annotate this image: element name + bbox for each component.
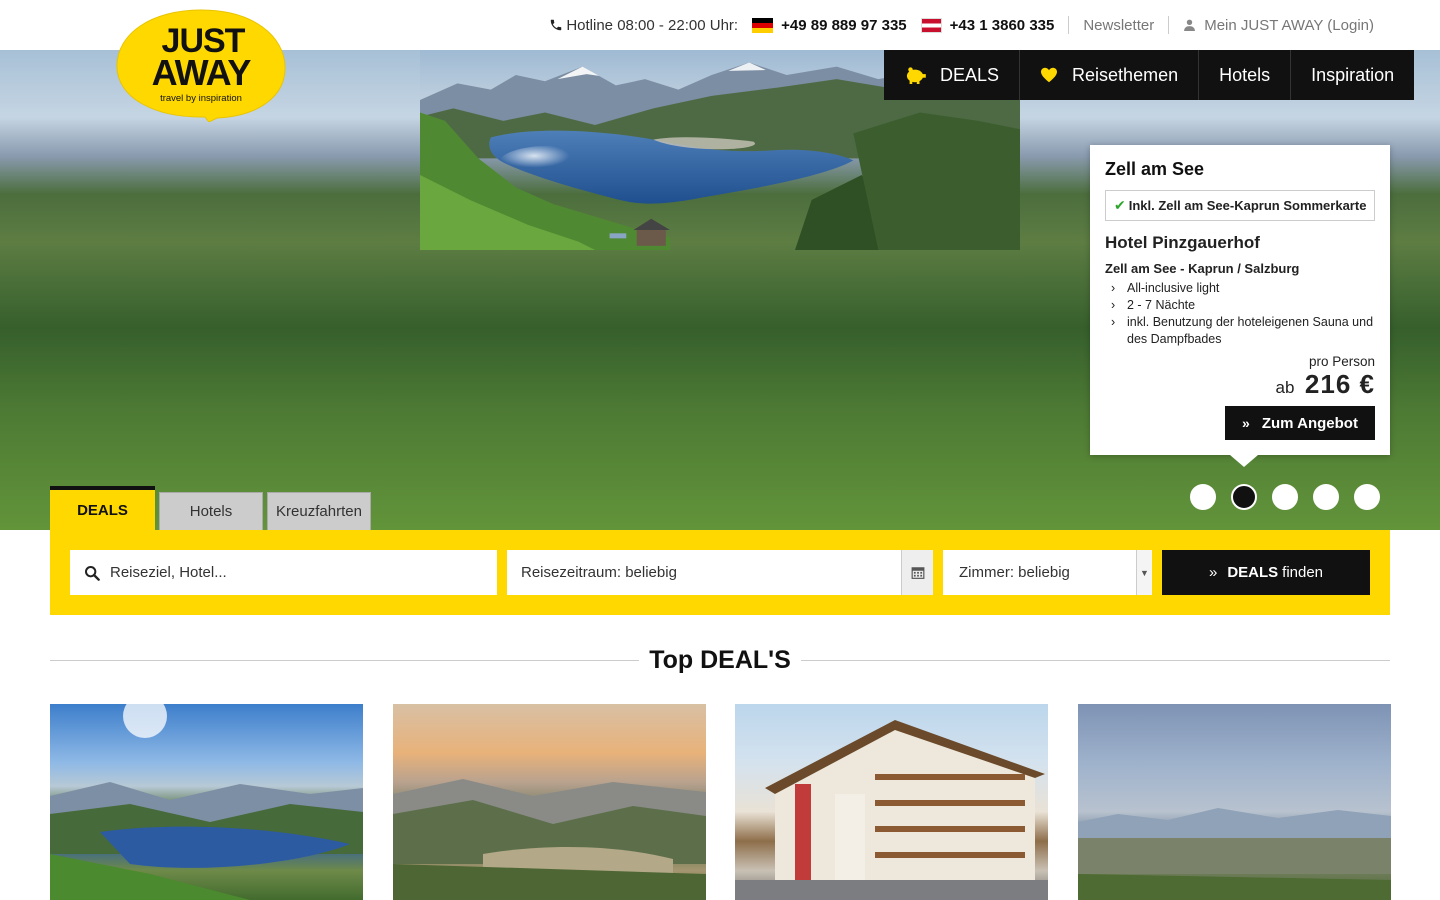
offer-feature: › All-inclusive light bbox=[1105, 280, 1375, 297]
deal-card-image[interactable] bbox=[50, 704, 363, 900]
nav-reisethemen[interactable]: Reisethemen bbox=[1020, 50, 1200, 100]
top-bar-contact: Hotline 08:00 - 22:00 Uhr: +49 89 889 97… bbox=[535, 0, 1374, 50]
deal-card-landscape bbox=[393, 779, 706, 900]
chevron-right-icon: › bbox=[1111, 298, 1116, 312]
offer-price-label: pro Person bbox=[1308, 354, 1375, 369]
tab-kreuzfahrten[interactable]: Kreuzfahrten bbox=[267, 492, 371, 530]
offer-feature-text: inkl. Benutzung der hoteleigenen Sauna u… bbox=[1127, 315, 1374, 346]
offer-price: ab 216 € bbox=[1105, 369, 1375, 400]
nav-deals-label: DEALS bbox=[940, 64, 1000, 85]
calendar-icon[interactable] bbox=[901, 550, 933, 595]
zum-angebot-button[interactable]: » Zum Angebot bbox=[1225, 406, 1375, 440]
germany-flag-icon bbox=[752, 17, 774, 33]
slider-dot-active[interactable] bbox=[1231, 484, 1257, 510]
nav-inspiration[interactable]: Inspiration bbox=[1291, 50, 1414, 100]
piggy-bank-icon bbox=[904, 66, 926, 84]
nav-inspiration-label: Inspiration bbox=[1311, 64, 1395, 85]
top-deals-cards bbox=[50, 704, 1391, 900]
tab-hotels[interactable]: Hotels bbox=[159, 492, 263, 530]
logo-tagline: travel by inspiration bbox=[160, 93, 242, 104]
rooms-value: Zimmer: beliebig bbox=[959, 564, 1070, 581]
zum-angebot-label: Zum Angebot bbox=[1261, 414, 1358, 432]
offer-location: Zell am See - Kaprun / Salzburg bbox=[1105, 261, 1300, 276]
rooms-select[interactable]: Zimmer: beliebig ▼ bbox=[943, 550, 1152, 595]
offer-badge: ✔ Inkl. Zell am See-Kaprun Sommerkarte bbox=[1105, 190, 1375, 221]
just-away-logo[interactable]: JUST AWAY travel by inspiration bbox=[113, 6, 289, 122]
deal-card-image[interactable] bbox=[1078, 704, 1391, 900]
user-icon bbox=[1184, 19, 1196, 31]
date-range-value: Reisezeitraum: beliebig bbox=[521, 564, 677, 581]
offer-feature-text: All-inclusive light bbox=[1127, 281, 1220, 295]
login-label[interactable]: Mein JUST AWAY (Login) bbox=[1204, 17, 1374, 34]
offer-title: Zell am See bbox=[1105, 159, 1205, 179]
offer-price-prefix: ab bbox=[1275, 378, 1295, 397]
deal-card-image[interactable] bbox=[735, 704, 1048, 900]
austria-flag-icon bbox=[920, 17, 942, 33]
divider bbox=[50, 659, 640, 661]
divider bbox=[1068, 16, 1070, 34]
divider bbox=[1168, 16, 1170, 34]
phone-at[interactable]: +43 1 3860 335 bbox=[920, 17, 1055, 34]
chevron-right-icon: › bbox=[1111, 281, 1116, 295]
divider bbox=[800, 659, 1391, 661]
nav-hotels-label: Hotels bbox=[1219, 64, 1271, 85]
chevron-right-icon: › bbox=[1111, 315, 1116, 329]
double-chevron-right-icon: » bbox=[1242, 415, 1250, 431]
slider-dot[interactable] bbox=[1190, 484, 1216, 510]
nav-hotels[interactable]: Hotels bbox=[1199, 50, 1292, 100]
offer-feature: › 2 - 7 Nächte bbox=[1105, 297, 1375, 314]
heart-icon bbox=[1040, 67, 1058, 83]
tab-deals[interactable]: DEALS bbox=[50, 486, 155, 530]
phone-at-number[interactable]: +43 1 3860 335 bbox=[950, 17, 1055, 34]
offer-features: › All-inclusive light › 2 - 7 Nächte › inkl… bbox=[1105, 280, 1375, 348]
offer-feature-text: 2 - 7 Nächte bbox=[1127, 298, 1196, 312]
destination-placeholder: Reiseziel, Hotel... bbox=[110, 564, 227, 581]
date-range-input[interactable]: Reisezeitraum: beliebig bbox=[507, 550, 933, 595]
logo-line2: AWAY bbox=[152, 52, 252, 93]
slider-dots bbox=[1190, 484, 1380, 510]
newsletter-link[interactable]: Newsletter bbox=[1083, 17, 1154, 34]
search-button-rest: finden bbox=[1282, 564, 1324, 581]
deals-finden-button[interactable]: » DEALS finden bbox=[1162, 550, 1370, 595]
offer-feature: › inkl. Benutzung der hoteleigenen Sauna … bbox=[1105, 314, 1375, 348]
login-link[interactable]: Mein JUST AWAY (Login) bbox=[1183, 17, 1374, 34]
top-deals-title: Top DEAL'S bbox=[649, 645, 791, 674]
nav-deals[interactable]: DEALS bbox=[884, 50, 1021, 100]
top-deals-heading: Top DEAL'S bbox=[50, 640, 1391, 680]
deal-card-hotel bbox=[735, 720, 1048, 900]
slider-dot[interactable] bbox=[1354, 484, 1380, 510]
double-chevron-right-icon: » bbox=[1208, 564, 1218, 581]
slider-dot[interactable] bbox=[1313, 484, 1339, 510]
search-button-bold: DEALS bbox=[1227, 564, 1279, 581]
nav-reisethemen-label: Reisethemen bbox=[1072, 64, 1179, 85]
hotline: Hotline 08:00 - 22:00 Uhr: bbox=[549, 17, 738, 34]
phone-de[interactable]: +49 89 889 97 335 bbox=[752, 17, 907, 34]
search-icon bbox=[84, 565, 100, 581]
phone-de-number[interactable]: +49 89 889 97 335 bbox=[781, 17, 907, 34]
phone-icon bbox=[551, 19, 562, 31]
search-tabs: DEALS Hotels Kreuzfahrten bbox=[50, 486, 375, 530]
offer-badge-text: Inkl. Zell am See-Kaprun Sommerkarte bbox=[1128, 198, 1367, 213]
deal-card-image[interactable] bbox=[393, 704, 706, 900]
offer-card[interactable]: Zell am See ✔ Inkl. Zell am See-Kaprun S… bbox=[1090, 145, 1390, 467]
slider-dot[interactable] bbox=[1272, 484, 1298, 510]
offer-hotel-name[interactable]: Hotel Pinzgauerhof bbox=[1105, 233, 1375, 253]
deal-card-landscape bbox=[50, 704, 363, 900]
search-bar: Reiseziel, Hotel... Reisezeitraum: belie… bbox=[50, 530, 1390, 615]
main-nav: DEALS Reisethemen Hotels Inspiration bbox=[884, 50, 1415, 100]
hotline-label: Hotline 08:00 - 22:00 Uhr: bbox=[566, 16, 739, 34]
deal-card-landscape bbox=[1078, 808, 1391, 900]
checkmark-icon: ✔ bbox=[1114, 197, 1126, 213]
destination-input[interactable]: Reiseziel, Hotel... bbox=[70, 550, 497, 595]
chevron-down-icon: ▼ bbox=[1136, 550, 1152, 595]
offer-price-amount: 216 € bbox=[1304, 369, 1375, 399]
